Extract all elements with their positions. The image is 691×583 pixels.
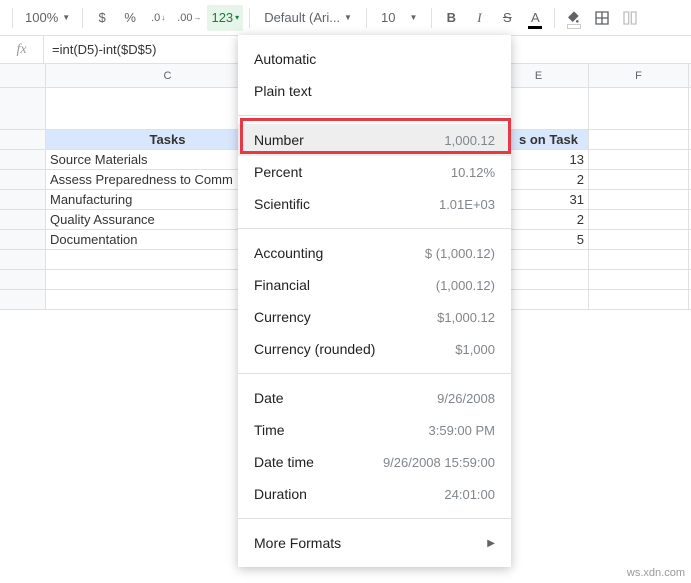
menu-separator xyxy=(238,115,511,116)
menu-item-duration[interactable]: Duration 24:01:00 xyxy=(238,478,511,510)
cell[interactable] xyxy=(589,210,689,229)
cell[interactable] xyxy=(589,230,689,249)
watermark: ws.xdn.com xyxy=(627,567,685,579)
format-sample: 1,000.12 xyxy=(444,133,495,148)
column-header-f[interactable]: F xyxy=(589,64,689,88)
menu-item-scientific[interactable]: Scientific 1.01E+03 xyxy=(238,188,511,220)
format-sample: 1.01E+03 xyxy=(439,197,495,212)
zoom-value: 100% xyxy=(25,10,58,25)
borders-icon xyxy=(594,10,610,26)
row-header[interactable] xyxy=(0,150,46,169)
cell[interactable] xyxy=(589,190,689,209)
row-header[interactable] xyxy=(0,170,46,189)
separator xyxy=(82,8,83,28)
cell[interactable] xyxy=(589,250,689,269)
cell[interactable] xyxy=(589,150,689,169)
merge-cells-button[interactable] xyxy=(617,5,643,31)
separator xyxy=(249,8,250,28)
row-header[interactable] xyxy=(0,270,46,289)
toolbar: 100% ▼ $ % .0 ↓ .00 → 123 ▾ Default (Ari… xyxy=(0,0,691,36)
decrease-decimal-button[interactable]: .0 ↓ xyxy=(145,5,171,31)
format-sample: 9/26/2008 15:59:00 xyxy=(383,455,495,470)
more-formats-button[interactable]: 123 ▾ xyxy=(207,5,243,31)
menu-item-date[interactable]: Date 9/26/2008 xyxy=(238,382,511,414)
chevron-down-icon: ▼ xyxy=(62,13,70,22)
chevron-right-icon: ▶ xyxy=(487,538,495,549)
format-sample: 24:01:00 xyxy=(444,487,495,502)
menu-item-more-formats[interactable]: More Formats ▶ xyxy=(238,527,511,559)
menu-item-plain-text[interactable]: Plain text xyxy=(238,75,511,107)
font-size-dropdown[interactable]: 10 ▼ xyxy=(373,10,425,25)
menu-item-currency[interactable]: Currency $1,000.12 xyxy=(238,301,511,333)
chevron-down-icon: ▾ xyxy=(235,13,239,22)
font-family-dropdown[interactable]: Default (Ari... ▼ xyxy=(256,10,360,25)
menu-item-number[interactable]: Number 1,000.12 xyxy=(238,124,511,156)
cell[interactable] xyxy=(589,290,689,309)
menu-item-accounting[interactable]: Accounting $ (1,000.12) xyxy=(238,237,511,269)
fill-color-button[interactable] xyxy=(561,5,587,31)
format-sample: (1,000.12) xyxy=(436,278,495,293)
zoom-dropdown[interactable]: 100% ▼ xyxy=(19,10,76,25)
format-sample: $1,000.12 xyxy=(437,310,495,325)
menu-item-currency-rounded[interactable]: Currency (rounded) $1,000 xyxy=(238,333,511,365)
menu-item-datetime[interactable]: Date time 9/26/2008 15:59:00 xyxy=(238,446,511,478)
row-header[interactable] xyxy=(0,88,46,129)
format-currency-button[interactable]: $ xyxy=(89,5,115,31)
merge-icon xyxy=(622,10,638,26)
menu-item-automatic[interactable]: Automatic xyxy=(238,43,511,75)
row-header[interactable] xyxy=(0,130,46,149)
format-sample: $ (1,000.12) xyxy=(425,246,495,261)
format-sample: 3:59:00 PM xyxy=(429,423,496,438)
row-header[interactable] xyxy=(0,210,46,229)
text-color-button[interactable]: A xyxy=(522,5,548,31)
menu-item-time[interactable]: Time 3:59:00 PM xyxy=(238,414,511,446)
format-sample: 9/26/2008 xyxy=(437,391,495,406)
chevron-down-icon: ▼ xyxy=(344,13,352,22)
menu-separator xyxy=(238,228,511,229)
paint-bucket-icon xyxy=(566,10,582,26)
format-percent-button[interactable]: % xyxy=(117,5,143,31)
row-header[interactable] xyxy=(0,230,46,249)
number-format-menu: Automatic Plain text Number 1,000.12 Per… xyxy=(238,35,511,567)
fx-label: fx xyxy=(0,36,44,63)
corner-cell[interactable] xyxy=(0,64,46,87)
cell[interactable] xyxy=(589,270,689,289)
menu-item-percent[interactable]: Percent 10.12% xyxy=(238,156,511,188)
cell[interactable] xyxy=(589,88,689,129)
menu-separator xyxy=(238,518,511,519)
down-arrow-icon: ↓ xyxy=(161,13,165,22)
format-sample: 10.12% xyxy=(451,165,495,180)
cell[interactable] xyxy=(589,130,689,149)
separator xyxy=(431,8,432,28)
strikethrough-button[interactable]: S xyxy=(494,5,520,31)
bold-button[interactable]: B xyxy=(438,5,464,31)
row-header[interactable] xyxy=(0,190,46,209)
separator xyxy=(366,8,367,28)
cell[interactable] xyxy=(589,170,689,189)
separator xyxy=(554,8,555,28)
row-header[interactable] xyxy=(0,290,46,309)
borders-button[interactable] xyxy=(589,5,615,31)
chevron-down-icon: ▼ xyxy=(409,13,417,22)
increase-decimal-button[interactable]: .00 → xyxy=(173,5,205,31)
row-header[interactable] xyxy=(0,250,46,269)
format-sample: $1,000 xyxy=(455,342,495,357)
menu-separator xyxy=(238,373,511,374)
right-arrow-icon: → xyxy=(193,13,201,22)
separator xyxy=(12,8,13,28)
italic-button[interactable]: I xyxy=(466,5,492,31)
menu-item-financial[interactable]: Financial (1,000.12) xyxy=(238,269,511,301)
